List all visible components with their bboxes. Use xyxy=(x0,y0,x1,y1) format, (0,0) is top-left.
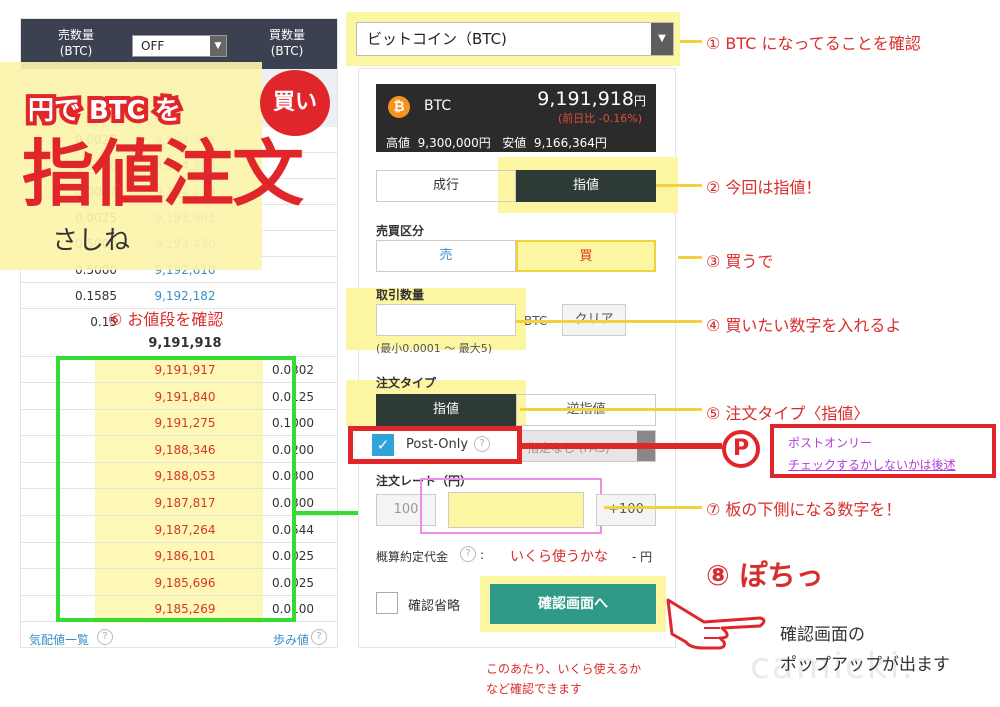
estimate-value: - 円 xyxy=(632,550,653,564)
order-book-footer: 気配値一覧 ? 歩み値 ? xyxy=(21,623,337,647)
annotation-line xyxy=(604,506,702,509)
qty-input[interactable] xyxy=(376,304,516,336)
annotation-3: ③ 買うで xyxy=(706,252,774,271)
annotation-4: ④ 買いたい数字を入れるよ xyxy=(706,316,902,335)
side-label: 売買区分 xyxy=(376,224,425,238)
price-check-box xyxy=(56,356,296,622)
annotation-line xyxy=(516,320,702,323)
ticker-change: (前日比 -0.16%) xyxy=(558,112,642,125)
help-icon[interactable]: ? xyxy=(474,436,490,452)
order-type-label: 注文タイプ xyxy=(376,376,437,390)
banner-subtitle: さしね xyxy=(52,226,131,256)
buy-badge: 買い xyxy=(260,70,330,136)
watermark: camicki. xyxy=(750,646,916,687)
banner-line1: 円で BTC を xyxy=(24,92,185,130)
estimate-note-line2: など確認できます xyxy=(486,682,583,696)
post-only-connector xyxy=(522,443,722,449)
qty-label: 取引数量 xyxy=(376,288,425,302)
estimate-colon: : xyxy=(480,548,485,562)
confirm-button[interactable]: 確認画面へ xyxy=(490,584,656,624)
sell-qty: 0.1585 xyxy=(75,289,117,303)
post-only-label: Post-Only xyxy=(406,437,469,452)
ticker-high-low: 高値 9,300,000円 安値 9,166,364円 xyxy=(386,136,607,150)
sell-qty-header: 売数量 (BTC) xyxy=(57,28,94,58)
annotation-2: ② 今回は指値！ xyxy=(706,178,822,197)
estimate-hint: いくら使うかな xyxy=(510,549,608,565)
tab-limit[interactable]: 指値 xyxy=(516,170,656,202)
confirm-note-line1: 確認画面の xyxy=(780,625,865,645)
annotation-5: ⑤ 注文タイプ〈指値〉 xyxy=(706,404,870,423)
ticker-price: 9,191,918円 xyxy=(537,88,646,110)
tab-order-limit[interactable]: 指値 xyxy=(376,394,516,426)
rate-plus-button[interactable]: +100 xyxy=(596,494,656,526)
mid-price: 9,191,918 xyxy=(21,331,337,357)
estimate-note-line1: このあたり、いくら使えるか xyxy=(486,662,642,676)
help-icon[interactable]: ? xyxy=(460,546,476,562)
help-icon[interactable]: ? xyxy=(97,629,113,645)
annotation-line xyxy=(520,408,702,411)
banner: 円で BTC を 買い 指値注文 さしね xyxy=(22,70,368,256)
coin-select[interactable]: ビットコイン（BTC) ▼ xyxy=(356,22,674,56)
post-only-note: ポストオンリー チェックするかしないかは後述 xyxy=(770,424,996,478)
chevron-down-icon: ▼ xyxy=(210,36,226,56)
rate-input[interactable] xyxy=(448,492,584,528)
bitcoin-icon: ₿ xyxy=(388,96,410,118)
annotation-line xyxy=(678,256,702,259)
trade-history-link[interactable]: 歩み値 xyxy=(273,631,309,647)
post-only-marker: P xyxy=(722,430,760,468)
annotation-8: ⑧ ぽちっ xyxy=(706,559,824,592)
tab-market[interactable]: 成行 xyxy=(376,170,516,202)
quote-list-link[interactable]: 気配値一覧 xyxy=(29,631,89,647)
help-icon[interactable]: ? xyxy=(311,629,327,645)
estimate-label: 概算約定代金 xyxy=(376,550,449,564)
ticker: ₿ BTC 9,191,918円 (前日比 -0.16%) 高値 9,300,0… xyxy=(376,84,656,152)
skip-confirm-checkbox[interactable] xyxy=(376,592,398,614)
buy-qty-header: 買数量 (BTC) xyxy=(268,28,305,58)
ticker-symbol: BTC xyxy=(424,98,452,114)
annotation-1: ① BTC になってることを確認 xyxy=(706,34,921,53)
tab-sell[interactable]: 売 xyxy=(376,240,516,272)
annotation-6: ⑥ お値段を確認 xyxy=(108,310,224,329)
banner-title: 指値注文 xyxy=(22,132,304,216)
annotation-line xyxy=(656,184,702,187)
sell-qty: 0.15 xyxy=(90,315,117,329)
annotation-line xyxy=(680,40,702,43)
sell-price: 9,192,182 xyxy=(154,289,216,303)
annotation-7: ⑦ 板の下側になる数字を！ xyxy=(706,500,902,519)
post-only-checkbox[interactable]: ✓ xyxy=(372,434,394,456)
pointing-hand-icon xyxy=(666,598,766,650)
chevron-down-icon: ▼ xyxy=(651,23,673,55)
tab-buy[interactable]: 買 xyxy=(516,240,656,272)
skip-confirm-label: 確認省略 xyxy=(408,599,461,614)
qty-hint: (最小0.0001 ～ 最大5) xyxy=(376,342,493,355)
display-mode-select[interactable]: OFF ▼ xyxy=(132,35,227,57)
